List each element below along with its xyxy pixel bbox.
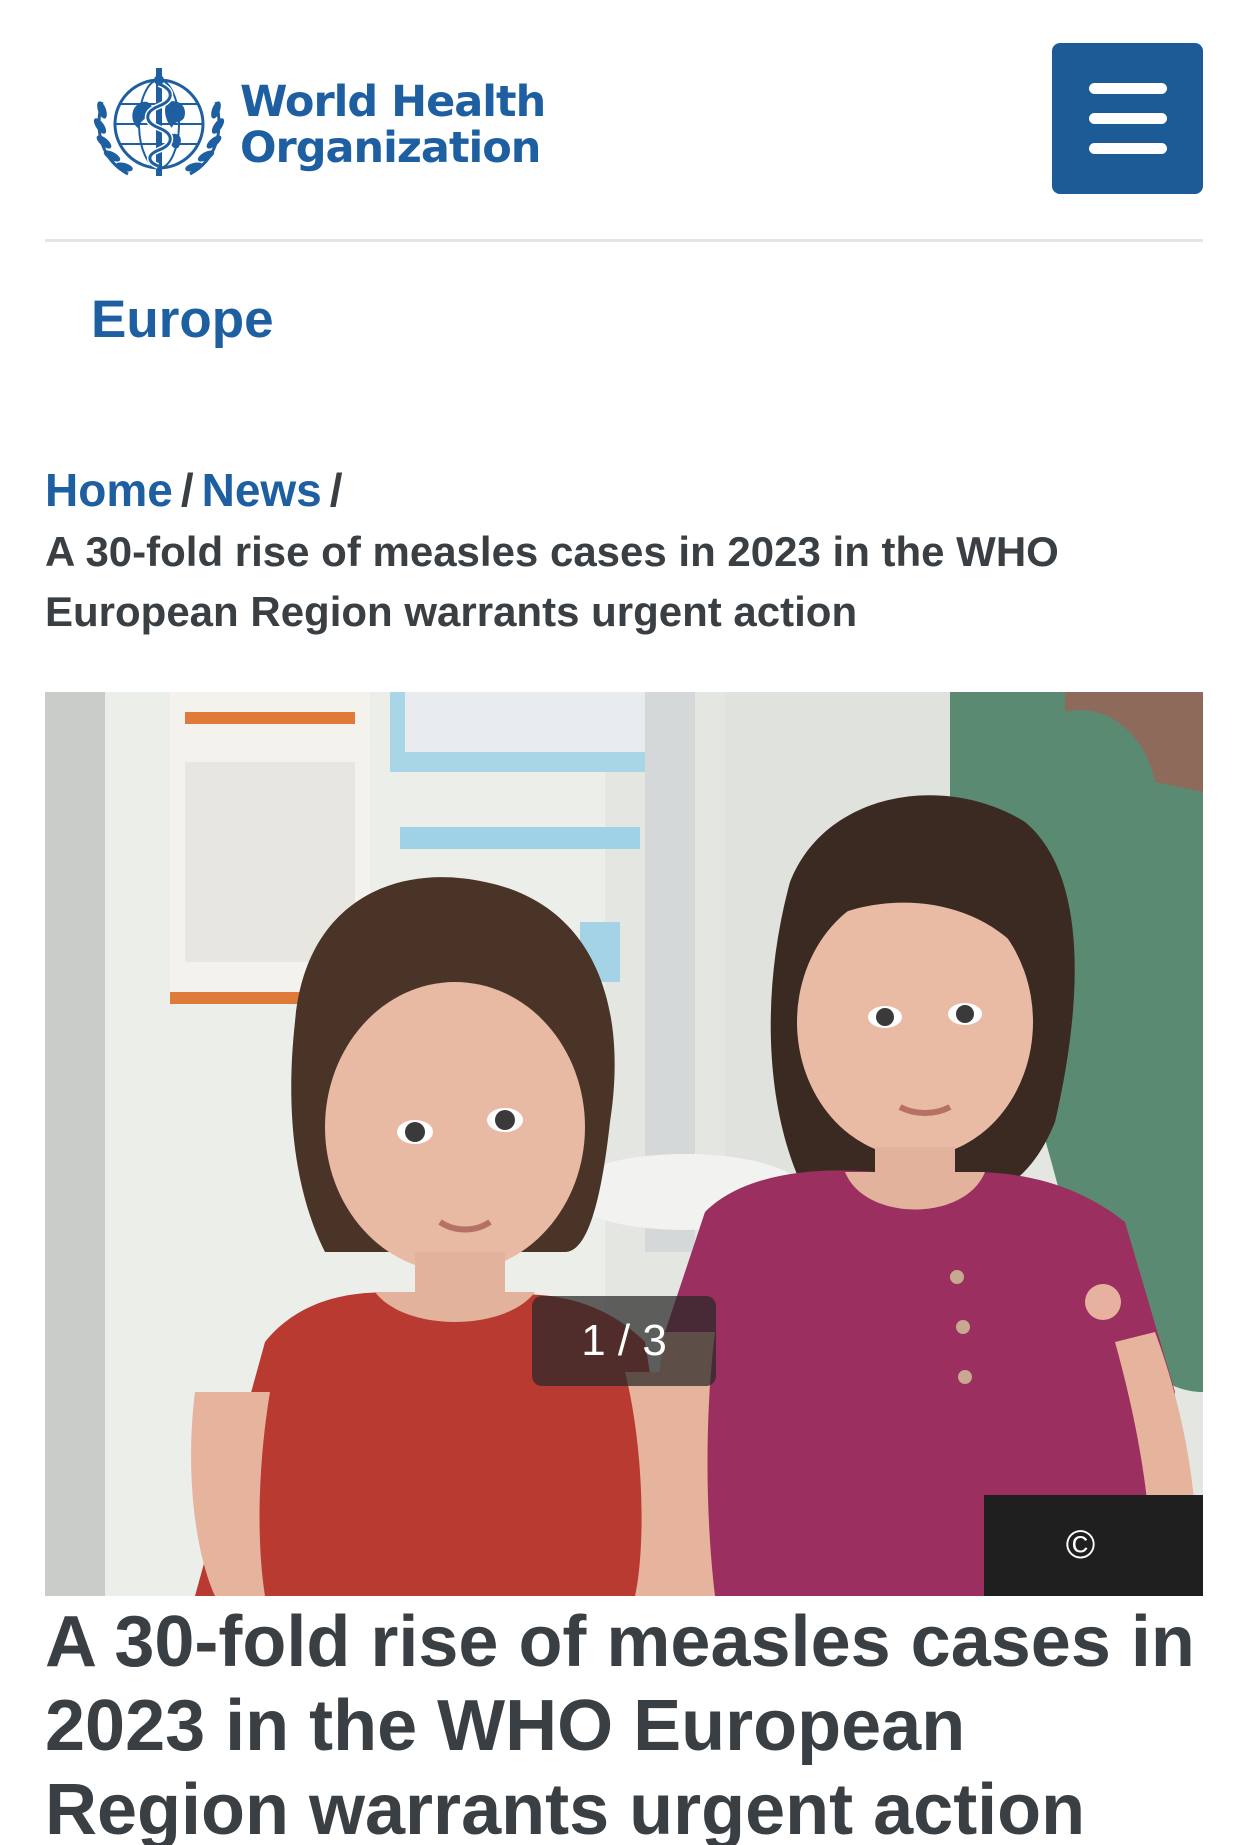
copyright-icon: ©: [1065, 1523, 1096, 1567]
logo-line-2: Organization: [240, 123, 541, 173]
breadcrumb-links: Home / News /: [45, 462, 1195, 518]
breadcrumb-news-link[interactable]: News: [202, 464, 322, 516]
hamburger-menu-icon-bar: [1089, 143, 1167, 154]
breadcrumb-separator: /: [180, 464, 194, 516]
hero-photo: [45, 692, 1203, 1596]
region-link-europe[interactable]: Europe: [91, 288, 274, 352]
who-logo-link[interactable]: World Health Organization: [88, 62, 546, 188]
article-title: A 30-fold rise of measles cases in 2023 …: [45, 1602, 1195, 1845]
slide-counter: 1 / 3: [532, 1296, 716, 1386]
breadcrumb-home-link[interactable]: Home: [45, 464, 173, 516]
site-header: World Health Organization: [0, 0, 1242, 240]
copyright-info-button[interactable]: ©: [984, 1495, 1203, 1596]
breadcrumb-current-page: A 30-fold rise of measles cases in 2023 …: [45, 528, 1059, 635]
header-divider: [45, 239, 1203, 242]
hamburger-menu-icon-bar: [1089, 113, 1167, 124]
hamburger-menu-icon: [1089, 83, 1167, 94]
breadcrumb-separator: /: [329, 464, 343, 516]
page: World Health Organization Europe Home / Ne…: [0, 0, 1242, 1845]
logo-wordmark: World Health Organization: [240, 77, 546, 173]
hero-image-carousel[interactable]: 1 / 3 ©: [45, 692, 1203, 1596]
who-emblem-icon: [93, 68, 225, 176]
breadcrumb: Home / News / A 30-fold rise of measles cas…: [45, 462, 1195, 642]
logo-line-1: World Health: [240, 77, 546, 127]
menu-button[interactable]: [1052, 43, 1203, 194]
